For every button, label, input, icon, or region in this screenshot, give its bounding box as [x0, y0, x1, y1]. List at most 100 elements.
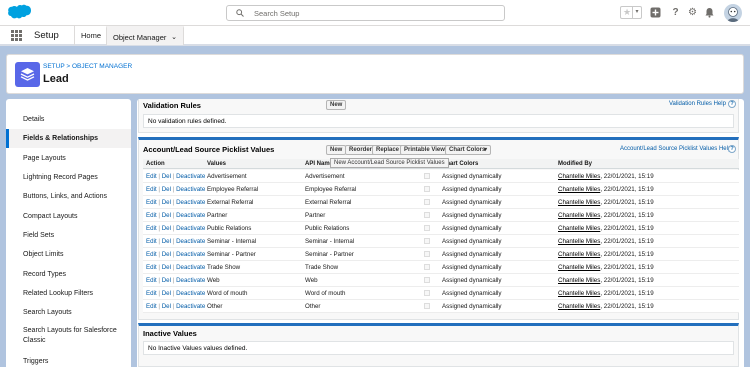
- deactivate-link[interactable]: Deactivate: [176, 199, 205, 206]
- del-link[interactable]: Del: [162, 264, 171, 271]
- del-link[interactable]: Del: [162, 251, 171, 258]
- deactivate-link[interactable]: Deactivate: [176, 212, 205, 219]
- deactivate-link[interactable]: Deactivate: [176, 225, 205, 232]
- validation-rules-title: Validation Rules: [143, 101, 201, 110]
- deactivate-link[interactable]: Deactivate: [176, 238, 205, 245]
- modified-by: Chantelle Miles, 22/01/2021, 15:19: [558, 225, 654, 232]
- edit-link[interactable]: Edit: [146, 251, 157, 258]
- validation-rules-panel: Validation Rules New Validation Rules He…: [138, 99, 739, 133]
- salesforce-logo[interactable]: [7, 4, 32, 21]
- deactivate-link[interactable]: Deactivate: [176, 277, 205, 284]
- sidebar-item-details[interactable]: Details: [6, 110, 131, 129]
- edit-link[interactable]: Edit: [146, 212, 157, 219]
- deactivate-link[interactable]: Deactivate: [176, 251, 205, 258]
- del-link[interactable]: Del: [162, 173, 171, 180]
- del-link[interactable]: Del: [162, 186, 171, 193]
- search-setup-input[interactable]: Search Setup: [226, 5, 505, 21]
- edit-link[interactable]: Edit: [146, 277, 157, 284]
- app-nav-bar: Setup Home Object Manager ⌄: [0, 26, 750, 46]
- modified-by-user-link[interactable]: Chantelle Miles: [558, 225, 600, 232]
- chart-colors-select[interactable]: Chart Colors ▾: [445, 145, 491, 155]
- app-launcher-icon[interactable]: [11, 30, 22, 41]
- edit-link[interactable]: Edit: [146, 225, 157, 232]
- modified-by-user-link[interactable]: Chantelle Miles: [558, 186, 600, 193]
- sidebar-item-lightning-record-pages[interactable]: Lightning Record Pages: [6, 168, 131, 187]
- api-name: Public Relations: [305, 225, 350, 232]
- chevron-down-icon[interactable]: ▾: [632, 7, 641, 18]
- deactivate-link[interactable]: Deactivate: [176, 173, 205, 180]
- breadcrumb[interactable]: SETUP > OBJECT MANAGER: [43, 63, 132, 70]
- favorites-button[interactable]: ★ ▾: [620, 6, 642, 19]
- chevron-down-icon[interactable]: ⌄: [171, 28, 177, 47]
- edit-link[interactable]: Edit: [146, 303, 157, 310]
- avatar[interactable]: [724, 4, 742, 22]
- modified-by-user-link[interactable]: Chantelle Miles: [558, 238, 600, 245]
- edit-link[interactable]: Edit: [146, 264, 157, 271]
- picklist-help-link[interactable]: Account/Lead Source Picklist Values Help: [620, 146, 731, 152]
- new-picklist-button[interactable]: New: [326, 145, 347, 155]
- sidebar-item-buttons-links-actions[interactable]: Buttons, Links, and Actions: [6, 187, 131, 206]
- modified-by-user-link[interactable]: Chantelle Miles: [558, 199, 600, 206]
- modified-by: Chantelle Miles, 22/01/2021, 15:19: [558, 264, 654, 271]
- modified-by: Chantelle Miles, 22/01/2021, 15:19: [558, 277, 654, 284]
- inactive-values-empty: No Inactive Values values defined.: [143, 341, 734, 355]
- add-icon[interactable]: [650, 7, 661, 18]
- table-row: Edit | Del | Deactivate Employee Referral…: [143, 183, 739, 196]
- api-name: Partner: [305, 212, 326, 219]
- api-name: Word of mouth: [305, 290, 346, 297]
- modified-by-user-link[interactable]: Chantelle Miles: [558, 264, 600, 271]
- sidebar-item-fields-relationships[interactable]: Fields & Relationships: [6, 129, 131, 148]
- help-icon[interactable]: ?: [670, 7, 681, 18]
- modified-by-user-link[interactable]: Chantelle Miles: [558, 212, 600, 219]
- modified-by-user-link[interactable]: Chantelle Miles: [558, 173, 600, 180]
- printable-view-button[interactable]: Printable View: [400, 145, 449, 155]
- sidebar-item-field-sets[interactable]: Field Sets: [6, 226, 131, 245]
- modified-by-user-link[interactable]: Chantelle Miles: [558, 251, 600, 258]
- modified-date: , 22/01/2021, 15:19: [600, 303, 654, 310]
- sidebar-item-search-layouts-classic[interactable]: Search Layouts for Salesforce Classic: [6, 326, 131, 348]
- edit-link[interactable]: Edit: [146, 173, 157, 180]
- deactivate-link[interactable]: Deactivate: [176, 290, 205, 297]
- modified-by-user-link[interactable]: Chantelle Miles: [558, 277, 600, 284]
- deactivate-link[interactable]: Deactivate: [176, 264, 205, 271]
- del-link[interactable]: Del: [162, 303, 171, 310]
- edit-link[interactable]: Edit: [146, 238, 157, 245]
- deactivate-link[interactable]: Deactivate: [176, 303, 205, 310]
- edit-link[interactable]: Edit: [146, 290, 157, 297]
- sidebar-item-search-layouts[interactable]: Search Layouts: [6, 303, 131, 322]
- api-name: Advertisement: [305, 173, 345, 180]
- validation-rules-help-link[interactable]: Validation Rules Help: [669, 101, 726, 107]
- del-link[interactable]: Del: [162, 290, 171, 297]
- del-link[interactable]: Del: [162, 212, 171, 219]
- modified-by-user-link[interactable]: Chantelle Miles: [558, 290, 600, 297]
- modified-by-user-link[interactable]: Chantelle Miles: [558, 303, 600, 310]
- sidebar-item-related-lookup-filters[interactable]: Related Lookup Filters: [6, 284, 131, 303]
- del-link[interactable]: Del: [162, 199, 171, 206]
- table-row: Edit | Del | Deactivate Web Web Assigned dy…: [143, 274, 739, 287]
- tab-object-manager[interactable]: Object Manager ⌄: [106, 26, 184, 45]
- sidebar-item-object-limits[interactable]: Object Limits: [6, 245, 131, 264]
- sidebar-item-page-layouts[interactable]: Page Layouts: [6, 149, 131, 168]
- sidebar-item-compact-layouts[interactable]: Compact Layouts: [6, 207, 131, 226]
- edit-link[interactable]: Edit: [146, 199, 157, 206]
- validation-rules-empty: No validation rules defined.: [143, 114, 734, 128]
- inactive-values-title: Inactive Values: [143, 329, 197, 338]
- del-link[interactable]: Del: [162, 238, 171, 245]
- chart-colors-label: Chart Colors: [449, 147, 486, 153]
- bell-icon[interactable]: [704, 7, 715, 18]
- new-validation-rule-button[interactable]: New: [326, 100, 347, 110]
- sidebar-item-record-types[interactable]: Record Types: [6, 265, 131, 284]
- modified-date: , 22/01/2021, 15:19: [600, 251, 654, 258]
- edit-link[interactable]: Edit: [146, 186, 157, 193]
- help-icon[interactable]: ?: [728, 100, 736, 108]
- row-actions: Edit | Del | Deactivate: [146, 251, 205, 258]
- tab-home[interactable]: Home: [74, 26, 107, 45]
- gear-icon[interactable]: ⚙: [687, 7, 698, 18]
- sidebar-item-triggers[interactable]: Triggers: [6, 352, 131, 367]
- help-icon[interactable]: ?: [728, 145, 736, 153]
- del-link[interactable]: Del: [162, 277, 171, 284]
- del-link[interactable]: Del: [162, 225, 171, 232]
- replace-button[interactable]: Replace: [372, 145, 404, 155]
- deactivate-link[interactable]: Deactivate: [176, 186, 205, 193]
- chevron-down-icon: ▾: [483, 147, 487, 153]
